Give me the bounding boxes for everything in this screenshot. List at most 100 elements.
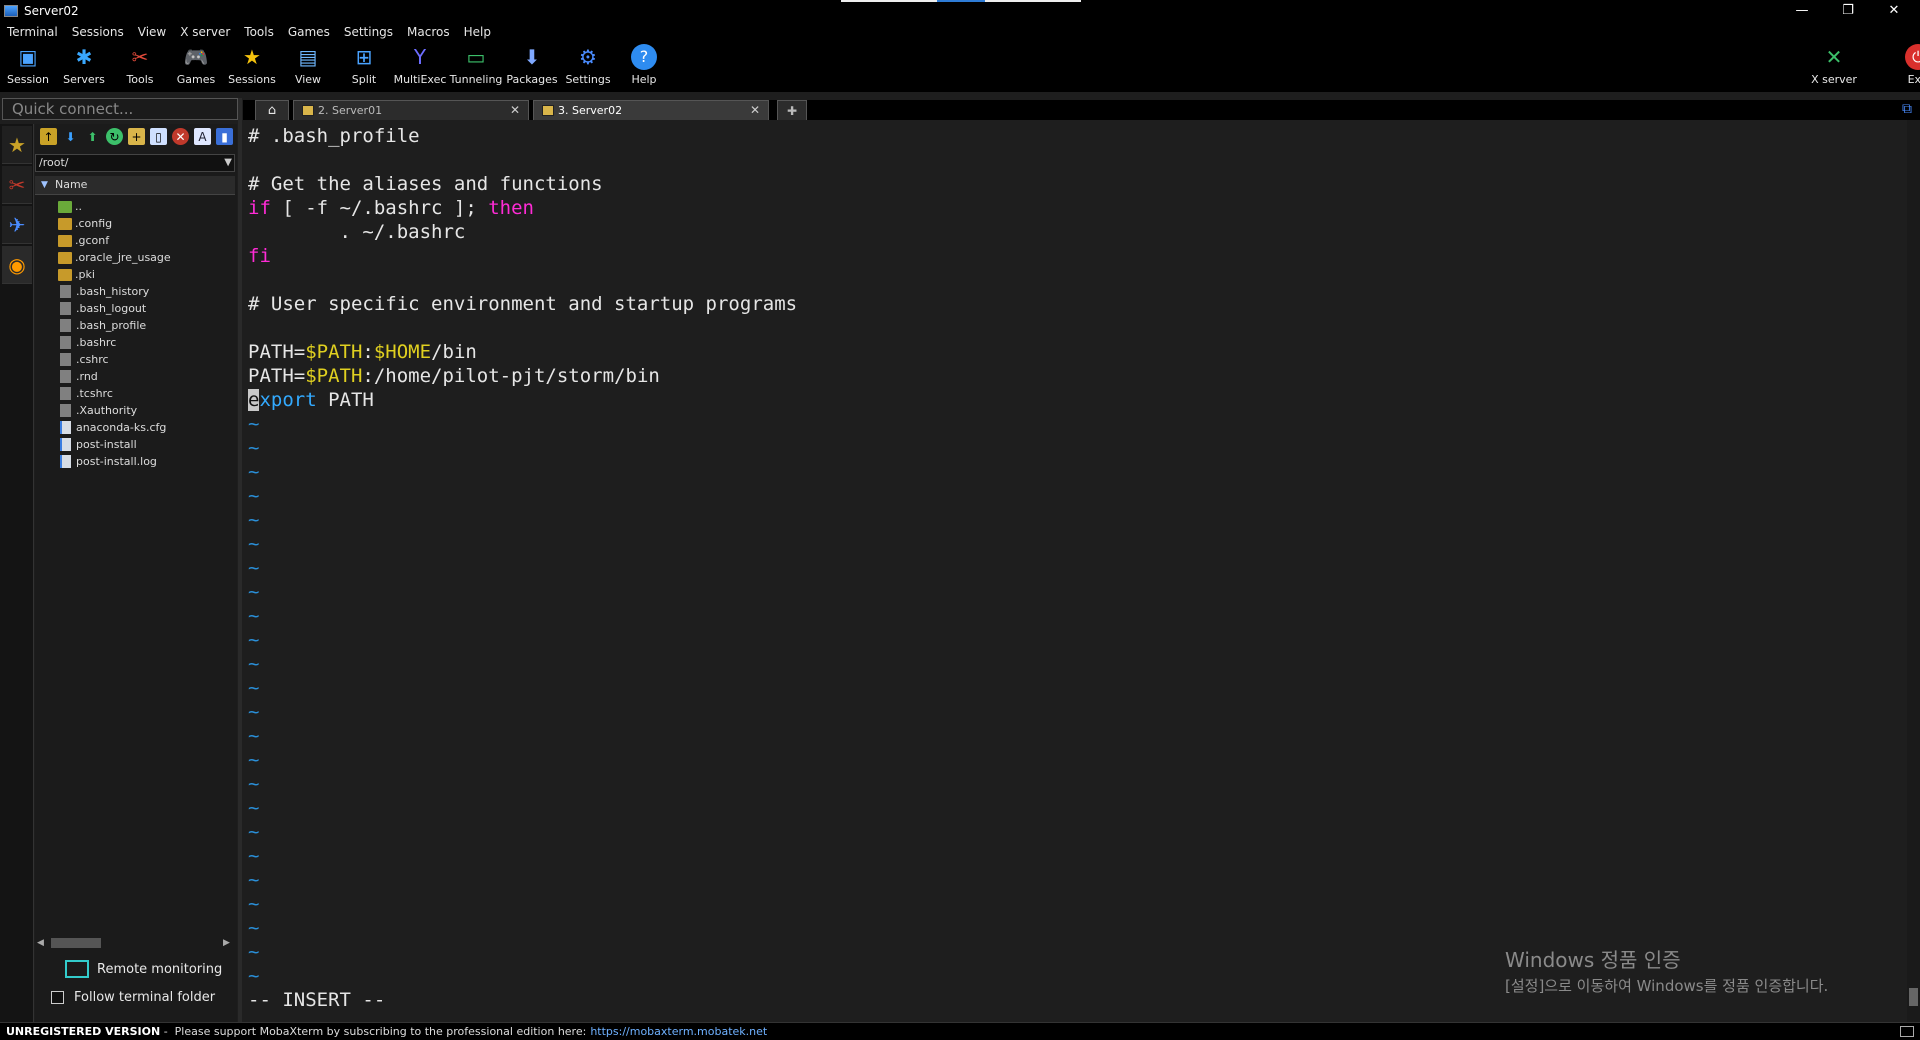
refresh-icon[interactable]: ↻: [106, 128, 123, 145]
follow-terminal-folder-checkbox[interactable]: Follow terminal folder: [51, 990, 215, 1005]
quick-connect-input[interactable]: Quick connect...: [2, 98, 238, 120]
download-icon[interactable]: ⬇: [62, 128, 79, 145]
packages-button[interactable]: ⬇ Packages: [504, 44, 560, 90]
home-tab[interactable]: ⌂: [255, 100, 289, 120]
path-dropdown-icon[interactable]: ▼: [224, 155, 232, 171]
menu-sessions[interactable]: Sessions: [65, 25, 131, 39]
parent-folder-icon[interactable]: ↑: [40, 128, 57, 145]
multiexec-button[interactable]: Y MultiExec: [392, 44, 448, 90]
title-bar: Server02 — ❐ ✕: [0, 0, 1920, 21]
attachment-icon[interactable]: ⧉: [1902, 101, 1912, 117]
menu-help[interactable]: Help: [457, 25, 498, 39]
session-button[interactable]: ▣ Session: [0, 44, 56, 90]
toolbar-label: Help: [631, 73, 657, 86]
permissions-icon[interactable]: ▮: [216, 128, 233, 145]
horizontal-scrollbar[interactable]: ◀ ▶: [37, 936, 233, 950]
packages-icon: ⬇: [523, 45, 541, 69]
file-row[interactable]: post-install.log: [35, 453, 235, 470]
file-row[interactable]: .cshrc: [35, 351, 235, 368]
tools-button[interactable]: ✂ Tools: [112, 44, 168, 90]
sessions-star-tab-icon[interactable]: ★: [2, 126, 32, 164]
new-file-icon[interactable]: ▯: [150, 128, 167, 145]
terminal-area[interactable]: # .bash_profile # Get the aliases and fu…: [243, 120, 1907, 1022]
menu-macros[interactable]: Macros: [400, 25, 457, 39]
toolbar-label: Tools: [126, 73, 154, 86]
close-tab-icon[interactable]: ✕: [750, 103, 760, 117]
scroll-thumb[interactable]: [51, 938, 101, 948]
file-row[interactable]: .tcshrc: [35, 385, 235, 402]
close-window-button[interactable]: ✕: [1871, 0, 1917, 21]
new-folder-icon[interactable]: +: [128, 128, 145, 145]
scroll-thumb[interactable]: [1909, 988, 1918, 1006]
scroll-right-icon[interactable]: ▶: [223, 938, 233, 948]
xserver-icon: ✕: [1825, 45, 1843, 69]
file-name: .oracle_jre_usage: [75, 251, 171, 264]
tab-bar: ⌂ 2. Server01 ✕ 3. Server02 ✕ ✚ ⧉: [243, 100, 1920, 120]
menu-view[interactable]: View: [131, 25, 173, 39]
windows-activation-watermark: Windows 정품 인증 [설정]으로 이동하여 Windows를 정품 인증…: [1505, 944, 1828, 996]
name-column-header[interactable]: ▼ Name: [35, 176, 235, 195]
help-button[interactable]: ? Help: [616, 44, 672, 90]
file-row[interactable]: .bashrc: [35, 334, 235, 351]
remote-monitoring-button[interactable]: Remote monitoring: [65, 958, 222, 980]
menu-terminal[interactable]: Terminal: [0, 25, 65, 39]
folder-icon: [58, 251, 72, 264]
sessions-button[interactable]: ★ Sessions: [224, 44, 280, 90]
window-layout-icon[interactable]: [1900, 1026, 1914, 1037]
file-icon: [60, 438, 71, 451]
macros-send-tab-icon[interactable]: ✈: [2, 206, 32, 244]
file-row[interactable]: .oracle_jre_usage: [35, 249, 235, 266]
file-icon: [60, 353, 71, 366]
file-row[interactable]: .Xauthority: [35, 402, 235, 419]
path-field[interactable]: /root/ ▼: [35, 154, 235, 172]
delete-icon[interactable]: ✕: [172, 128, 189, 145]
tab-server01[interactable]: 2. Server01 ✕: [293, 100, 529, 120]
menu-games[interactable]: Games: [281, 25, 337, 39]
pane-splitter[interactable]: [238, 98, 242, 1022]
exit-button[interactable]: ⏻ Exit: [1890, 44, 1920, 90]
games-button[interactable]: 🎮 Games: [168, 44, 224, 90]
file-row[interactable]: .bash_logout: [35, 300, 235, 317]
tilde-line: ~: [248, 797, 260, 819]
terminal-scrollbar[interactable]: [1907, 120, 1920, 1022]
file-row[interactable]: .gconf: [35, 232, 235, 249]
file-row[interactable]: ..: [35, 198, 235, 215]
rename-icon[interactable]: A: [194, 128, 211, 145]
exit-icon: ⏻: [1905, 44, 1920, 70]
menu-tools[interactable]: Tools: [237, 25, 281, 39]
x-server-button[interactable]: ✕ X server: [1806, 44, 1862, 90]
file-row[interactable]: .rnd: [35, 368, 235, 385]
tilde-line: ~: [248, 605, 260, 627]
status-bar: UNREGISTERED VERSION - Please support Mo…: [0, 1022, 1920, 1040]
file-name: .bashrc: [76, 336, 117, 349]
file-icon: [60, 370, 71, 383]
file-icon: [60, 387, 71, 400]
file-row[interactable]: .bash_history: [35, 283, 235, 300]
new-tab-button[interactable]: ✚: [777, 100, 807, 120]
restore-button[interactable]: ❐: [1825, 0, 1871, 21]
menu-x-server[interactable]: X server: [173, 25, 237, 39]
parent-dir-icon: [58, 200, 72, 213]
view-button[interactable]: ▤ View: [280, 44, 336, 90]
settings-button[interactable]: ⚙ Settings: [560, 44, 616, 90]
file-row[interactable]: .config: [35, 215, 235, 232]
servers-button[interactable]: ✱ Servers: [56, 44, 112, 90]
minimize-button[interactable]: —: [1779, 0, 1825, 21]
file-row[interactable]: post-install: [35, 436, 235, 453]
upload-icon[interactable]: ⬆: [84, 128, 101, 145]
scroll-left-icon[interactable]: ◀: [37, 938, 47, 948]
tab-server02[interactable]: 3. Server02 ✕: [533, 100, 769, 120]
tunneling-button[interactable]: ▭ Tunneling: [448, 44, 504, 90]
file-row[interactable]: .pki: [35, 266, 235, 283]
split-button[interactable]: ⊞ Split: [336, 44, 392, 90]
close-tab-icon[interactable]: ✕: [510, 103, 520, 117]
menu-settings[interactable]: Settings: [337, 25, 400, 39]
sftp-tab-icon[interactable]: ◉: [2, 246, 32, 284]
mobaxterm-link[interactable]: https://mobaxterm.mobatek.net: [590, 1025, 767, 1038]
toolbar-label: Exit: [1907, 73, 1920, 86]
checkbox[interactable]: [51, 991, 64, 1004]
ssh-tab-icon: [302, 105, 314, 116]
tools-tab-icon[interactable]: ✂: [2, 166, 32, 204]
file-row[interactable]: anaconda-ks.cfg: [35, 419, 235, 436]
file-row[interactable]: .bash_profile: [35, 317, 235, 334]
